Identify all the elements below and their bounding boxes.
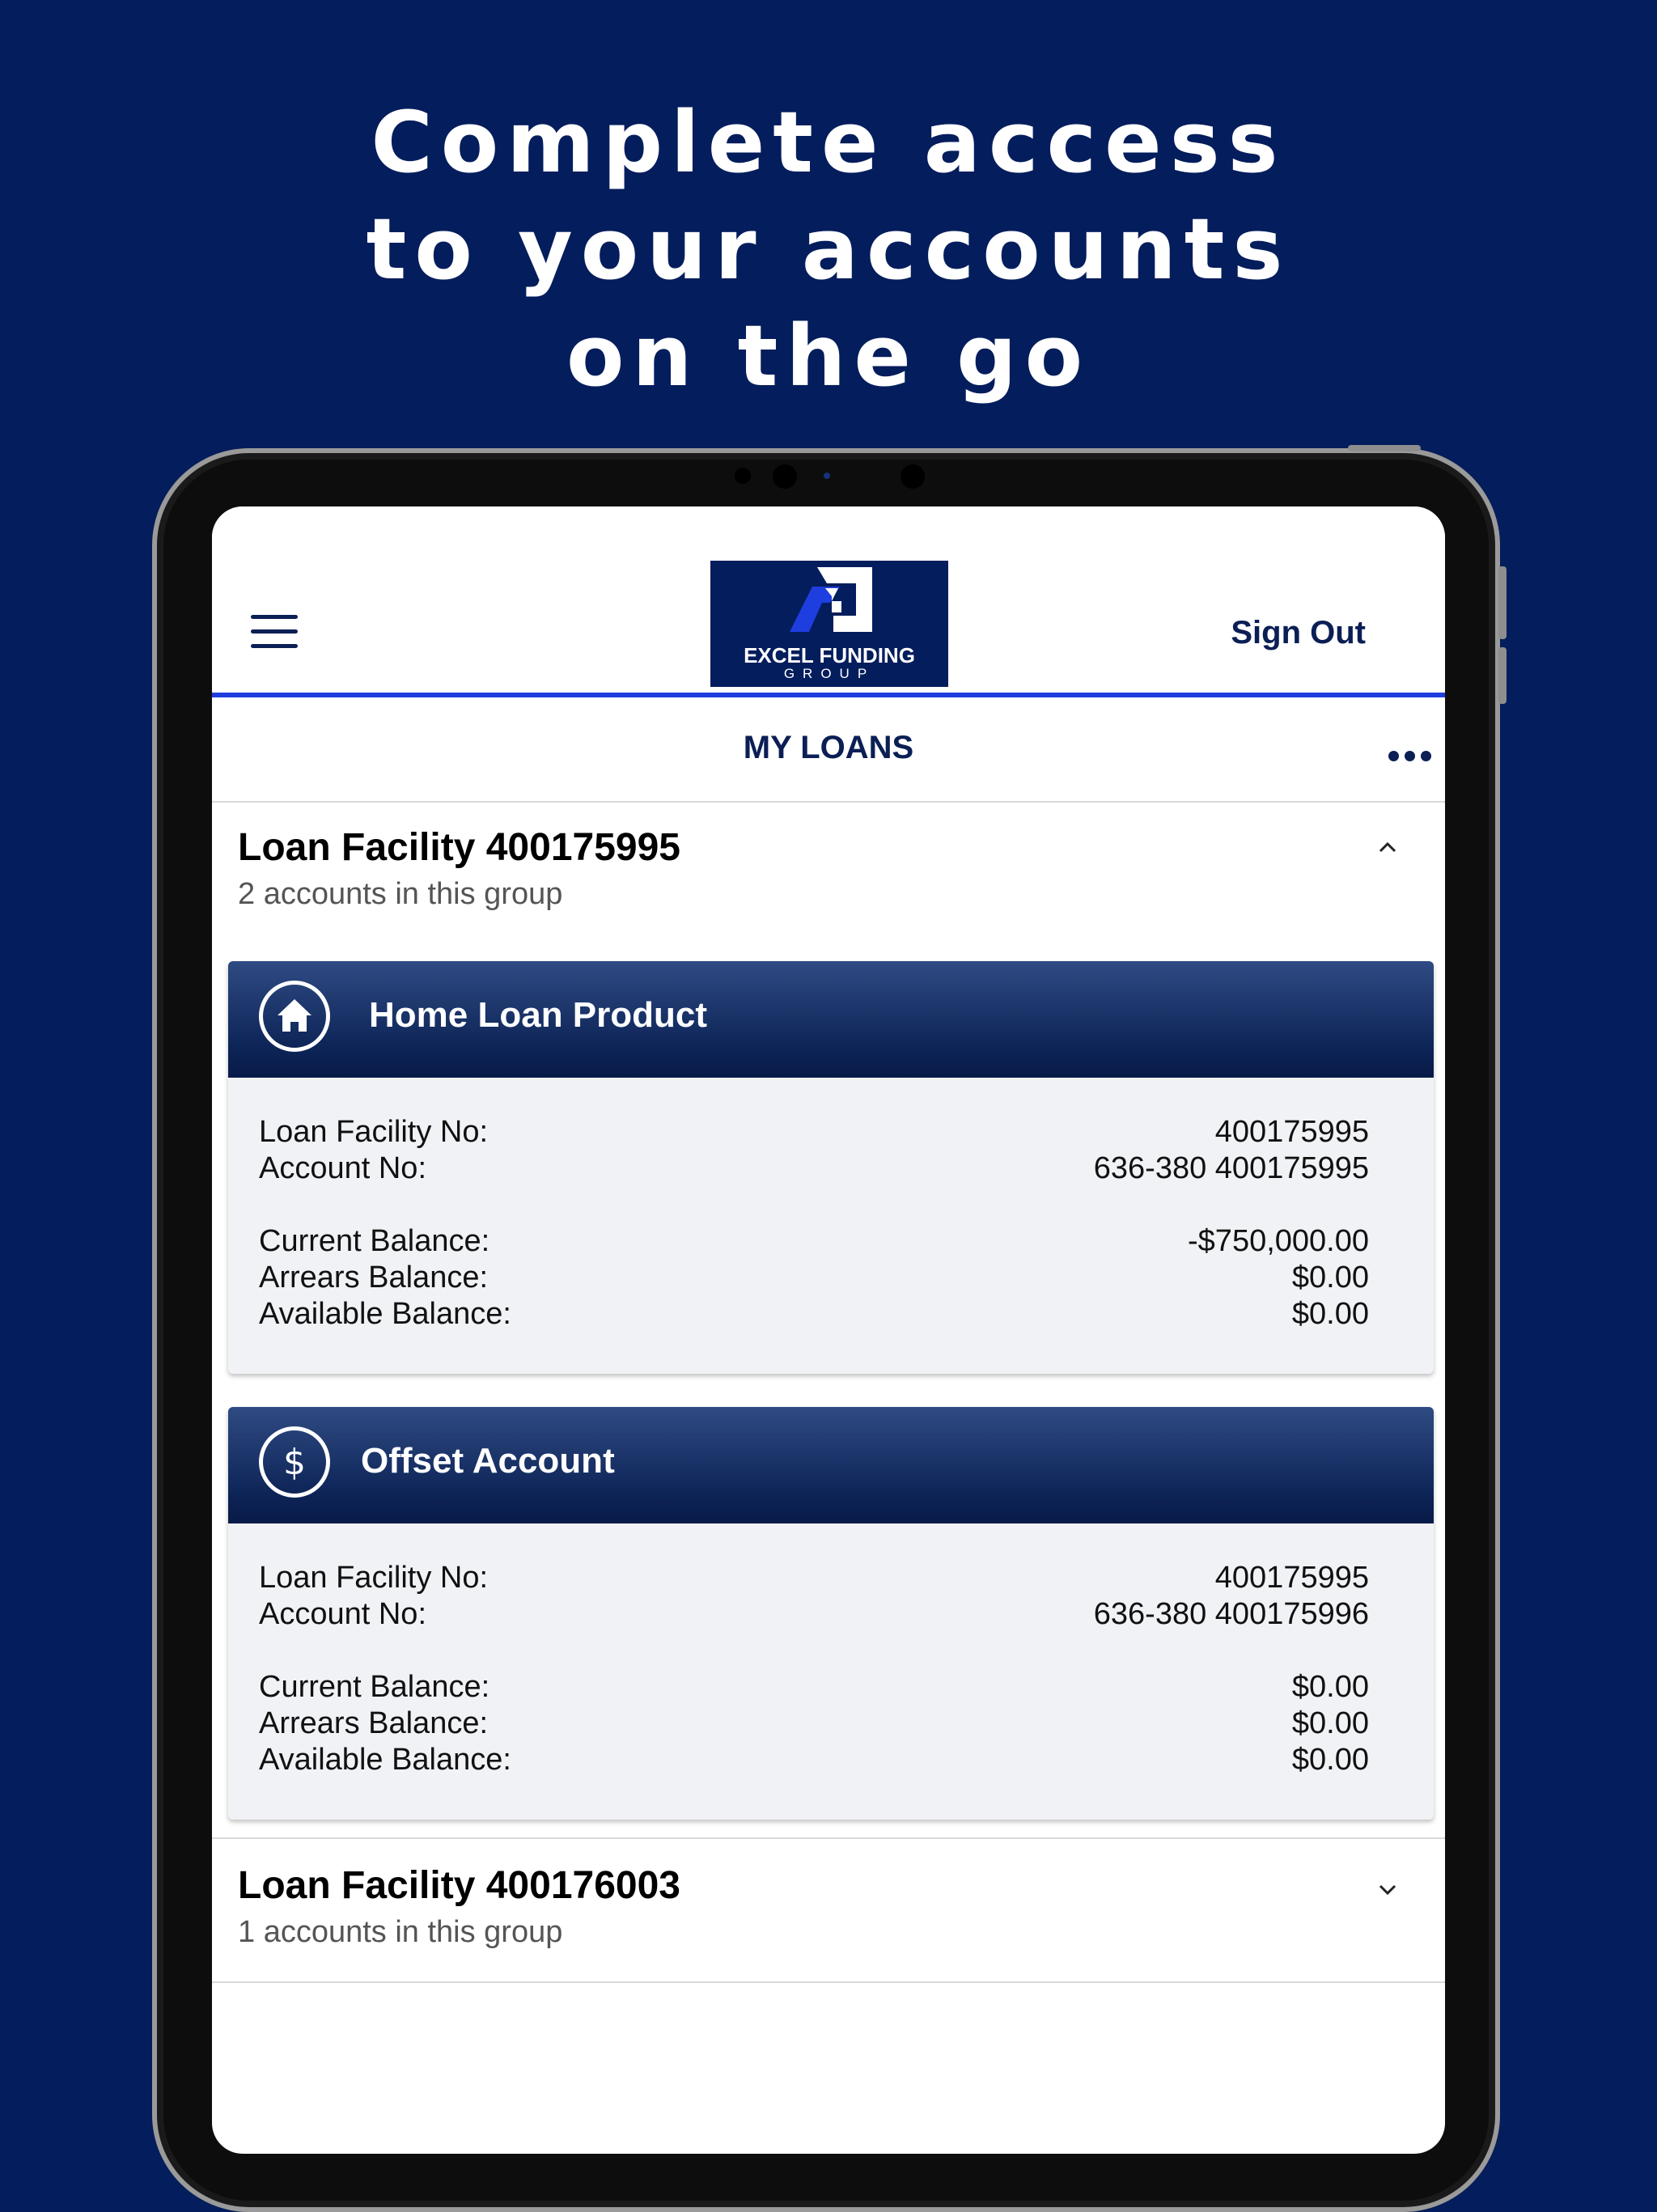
- account-detail-row: Available Balance: $0.00: [259, 1297, 1369, 1334]
- account-detail-row: Arrears Balance: $0.00: [259, 1706, 1369, 1744]
- row-value: $0.00: [1291, 1297, 1369, 1331]
- row-value: $0.00: [1291, 1670, 1369, 1704]
- chevron-up-icon[interactable]: [1377, 837, 1398, 858]
- account-card-header: Home Loan Product: [228, 961, 1434, 1078]
- top-button: [1348, 445, 1421, 451]
- row-label: Current Balance:: [259, 1224, 490, 1258]
- account-card[interactable]: Home Loan Product Loan Facility No: 4001…: [228, 961, 1434, 1374]
- loan-group-subtitle: 2 accounts in this group: [238, 877, 563, 911]
- group-divider: [212, 1981, 1445, 1983]
- account-detail-row: Current Balance: -$750,000.00: [259, 1224, 1369, 1261]
- page-title: MY LOANS: [743, 730, 914, 765]
- account-name: Home Loan Product: [369, 995, 708, 1035]
- account-name: Offset Account: [361, 1441, 615, 1481]
- chevron-down-icon[interactable]: [1377, 1879, 1398, 1901]
- account-card[interactable]: $ Offset Account Loan Facility No: 40017…: [228, 1407, 1434, 1820]
- home-icon: [259, 981, 330, 1052]
- loan-group-header[interactable]: Loan Facility 400175995 2 accounts in th…: [212, 803, 1445, 948]
- headline-line-1: Complete access: [371, 93, 1286, 192]
- account-detail-row: Current Balance: $0.00: [259, 1670, 1369, 1707]
- row-value: $0.00: [1291, 1706, 1369, 1740]
- account-card-header: $ Offset Account: [228, 1407, 1434, 1523]
- row-label: Loan Facility No:: [259, 1115, 489, 1149]
- menu-icon[interactable]: [251, 615, 299, 649]
- loan-group-subtitle: 1 accounts in this group: [238, 1915, 563, 1949]
- row-value: $0.00: [1291, 1261, 1369, 1295]
- camera-sensor: [824, 472, 830, 479]
- app-screen: EXCEL FUNDING GROUP Sign Out MY LOANS Lo…: [212, 506, 1445, 2154]
- headline-line-3: on the go: [566, 307, 1091, 405]
- row-label: Arrears Balance:: [259, 1706, 489, 1740]
- account-detail-row: Arrears Balance: $0.00: [259, 1261, 1369, 1298]
- row-value: 636-380 400175996: [1093, 1597, 1369, 1631]
- row-label: Loan Facility No:: [259, 1561, 489, 1595]
- account-detail-row: Available Balance: $0.00: [259, 1743, 1369, 1780]
- volume-button: [1498, 566, 1507, 639]
- row-label: Account No:: [259, 1597, 426, 1631]
- loan-group-header[interactable]: Loan Facility 400176003 1 accounts in th…: [212, 1839, 1445, 1985]
- excel-funding-logo: EXCEL FUNDING GROUP: [710, 561, 948, 687]
- row-label: Arrears Balance:: [259, 1261, 489, 1295]
- row-label: Account No:: [259, 1151, 426, 1185]
- dollar-icon: $: [259, 1426, 330, 1498]
- account-detail-row: Account No: 636-380 400175995: [259, 1151, 1369, 1189]
- row-value: 400175995: [1214, 1115, 1369, 1149]
- loan-group-title: Loan Facility 400176003: [238, 1864, 680, 1907]
- headline-line-2: to your accounts: [366, 200, 1291, 299]
- camera-dot: [735, 468, 751, 484]
- row-label: Available Balance:: [259, 1743, 511, 1777]
- sign-out-link[interactable]: Sign Out: [1231, 615, 1366, 651]
- row-value: $0.00: [1291, 1743, 1369, 1777]
- camera-lens: [773, 464, 797, 489]
- svg-text:$: $: [283, 1442, 306, 1483]
- loan-group-title: Loan Facility 400175995: [238, 826, 680, 869]
- app-header: EXCEL FUNDING GROUP Sign Out: [212, 506, 1445, 697]
- logo-mark-icon: [790, 567, 872, 632]
- page-title-bar: MY LOANS: [212, 697, 1445, 803]
- camera-lens-2: [901, 464, 925, 489]
- row-label: Available Balance:: [259, 1297, 511, 1331]
- account-detail-row: Account No: 636-380 400175996: [259, 1597, 1369, 1634]
- row-label: Current Balance:: [259, 1670, 490, 1704]
- row-value: -$750,000.00: [1188, 1224, 1369, 1258]
- more-options-icon[interactable]: [1388, 751, 1434, 762]
- row-value: 636-380 400175995: [1093, 1151, 1369, 1185]
- account-detail-row: Loan Facility No: 400175995: [259, 1115, 1369, 1152]
- headline: Complete access to your accounts on the …: [0, 89, 1657, 409]
- logo-subtext: GROUP: [783, 666, 875, 681]
- row-value: 400175995: [1214, 1561, 1369, 1595]
- power-button: [1498, 647, 1507, 704]
- account-detail-row: Loan Facility No: 400175995: [259, 1561, 1369, 1598]
- logo-text: EXCEL FUNDING: [744, 643, 915, 667]
